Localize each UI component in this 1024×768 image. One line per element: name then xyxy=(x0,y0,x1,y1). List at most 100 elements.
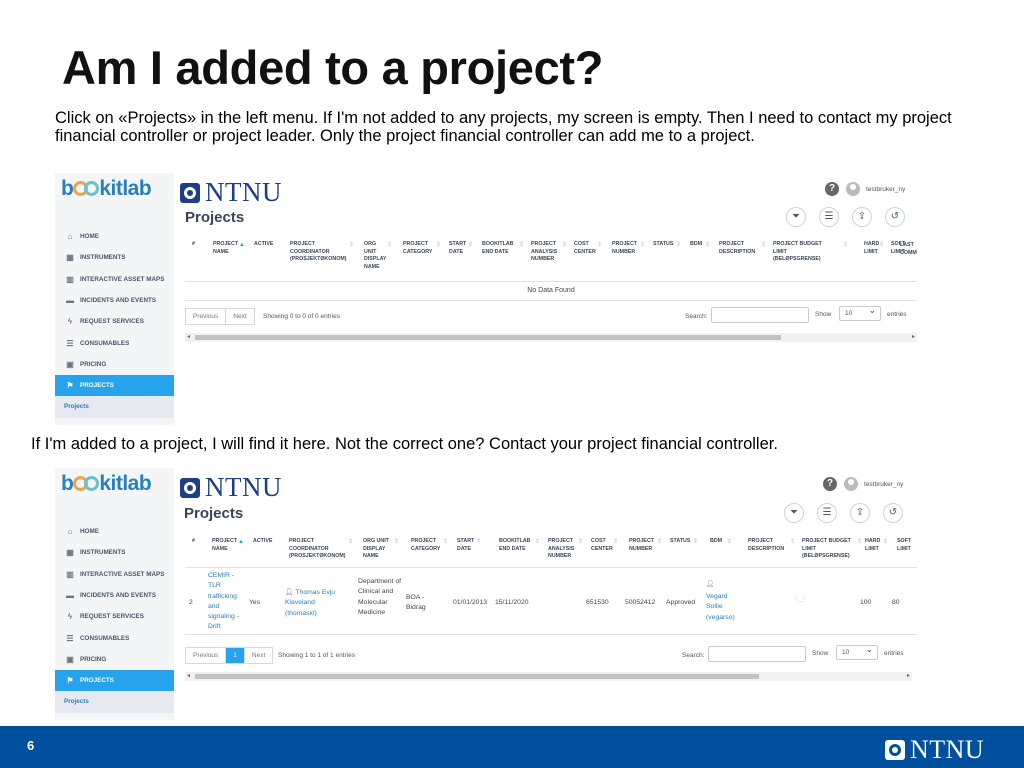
user-avatar-icon[interactable] xyxy=(844,477,858,491)
sort-icon[interactable]: ⇕ xyxy=(676,242,681,248)
sidebar-item-interactive-asset-maps[interactable]: ▥ INTERACTIVE ASSET MAPS xyxy=(55,564,174,585)
columns-icon[interactable]: ☰ xyxy=(817,503,837,523)
filter-icon[interactable]: ⏷ xyxy=(786,207,806,227)
scroll-right-icon[interactable]: ▸ xyxy=(912,333,915,342)
column-header[interactable]: BDM xyxy=(690,241,702,249)
column-header[interactable]: START DATE xyxy=(449,241,467,256)
next-button[interactable]: Next xyxy=(225,309,253,324)
sidebar-item-request-services[interactable]: ϟ REQUEST SERVICES xyxy=(55,311,174,332)
help-icon[interactable]: ? xyxy=(823,477,837,491)
entries-select[interactable]: 10 xyxy=(836,643,878,660)
sort-icon[interactable]: ⇕ xyxy=(857,539,862,545)
username[interactable]: testbruker_ny xyxy=(866,186,905,193)
sidebar-item-incidents-and-events[interactable]: ▬ INCIDENTS AND EVENTS xyxy=(55,585,174,606)
sort-icon[interactable]: ⇕ xyxy=(578,539,583,545)
sort-icon[interactable]: ⇕ xyxy=(705,242,710,248)
column-header[interactable]: BDM xyxy=(710,538,722,546)
column-header[interactable]: ACTIVE xyxy=(253,538,272,546)
filter-icon[interactable]: ⏷ xyxy=(784,503,804,523)
column-header[interactable]: PROJECT DESCRIPTION xyxy=(748,538,788,553)
column-header[interactable]: PROJECT ANALYSIS NUMBER xyxy=(531,241,561,264)
cell-bdm[interactable]: Vegard Sollie (vegarso) xyxy=(706,592,740,623)
sort-icon[interactable]: ⇕ xyxy=(761,242,766,248)
sort-icon[interactable]: ⇕ xyxy=(597,242,602,248)
column-header[interactable]: PROJECT NUMBER xyxy=(612,241,640,256)
sidebar-item-interactive-asset-maps[interactable]: ▥ INTERACTIVE ASSET MAPS xyxy=(55,269,174,290)
table-row[interactable]: 2 CEMIR - TLR trafficking and signaling … xyxy=(185,567,917,635)
search-input[interactable] xyxy=(711,307,809,323)
column-header[interactable]: COST CENTER xyxy=(574,241,596,256)
sort-icon[interactable]: ⇕ xyxy=(790,539,795,545)
sidebar-subitem-projects[interactable]: Projects xyxy=(55,691,174,714)
column-header[interactable]: # xyxy=(192,241,195,249)
export-icon[interactable]: ⇪ xyxy=(850,503,870,523)
username[interactable]: testbruker_ny xyxy=(864,481,903,488)
reset-icon[interactable]: ↺ xyxy=(883,503,903,523)
column-header[interactable]: LAST COMM xyxy=(900,242,917,257)
column-header[interactable]: HARD LIMIT xyxy=(865,538,883,553)
sort-icon[interactable]: ⇕ xyxy=(562,242,567,248)
column-header[interactable]: PROJECT BUDGET LIMIT (BELØPSGRENSE) xyxy=(773,241,831,264)
column-header[interactable]: BOOKITLAB END DATE xyxy=(499,538,535,553)
user-avatar-icon[interactable] xyxy=(846,182,860,196)
sort-asc-icon[interactable]: ▲ xyxy=(238,539,244,545)
sort-icon[interactable]: ⇕ xyxy=(348,539,353,545)
cell-project-name[interactable]: CEMIR - TLR trafficking and signaling - … xyxy=(208,571,244,633)
scroll-right-icon[interactable]: ▸ xyxy=(907,672,910,681)
cell-coordinator[interactable]: 👤︎ Thomas Evju Klaveland (thomaskl) xyxy=(285,588,345,619)
page-1-button[interactable]: 1 xyxy=(225,648,244,663)
export-icon[interactable]: ⇪ xyxy=(852,207,872,227)
column-header[interactable]: COST CENTER xyxy=(591,538,613,553)
sort-icon[interactable]: ⇕ xyxy=(640,242,645,248)
sort-icon[interactable]: ⇕ xyxy=(727,539,732,545)
column-header[interactable]: PROJECT COORDINATOR (PROSJEKTØKONOM) xyxy=(290,241,352,264)
sort-icon[interactable]: ⇕ xyxy=(613,539,618,545)
column-header[interactable]: PROJECT CATEGORY xyxy=(403,241,435,256)
entries-select[interactable]: 10 xyxy=(839,304,881,321)
columns-icon[interactable]: ☰ xyxy=(819,207,839,227)
sort-icon[interactable]: ⇕ xyxy=(349,242,354,248)
column-header[interactable]: ORG UNIT DISPLAY NAME xyxy=(364,241,386,271)
column-header[interactable]: PROJECT ANALYSIS NUMBER xyxy=(548,538,578,561)
column-header[interactable]: SOFT LIMIT xyxy=(897,538,917,553)
sort-icon[interactable]: ⇕ xyxy=(535,539,540,545)
sidebar-item-instruments[interactable]: ▦ INSTRUMENTS xyxy=(55,542,174,563)
column-header[interactable]: PROJECT DESCRIPTION xyxy=(719,241,759,256)
sidebar-item-incidents-and-events[interactable]: ▬ INCIDENTS AND EVENTS xyxy=(55,290,174,311)
search-input[interactable] xyxy=(708,646,806,662)
sidebar-subitem-projects[interactable]: Projects xyxy=(55,396,174,419)
sidebar-item-home[interactable]: ⌂ HOME xyxy=(55,226,174,247)
sidebar-item-pricing[interactable]: ▣ PRICING xyxy=(55,649,174,670)
sidebar-item-projects[interactable]: ⚑ PROJECTS xyxy=(55,670,174,692)
sort-icon[interactable]: ⇕ xyxy=(843,242,848,248)
column-header[interactable]: START DATE xyxy=(457,538,475,553)
sort-icon[interactable]: ⇕ xyxy=(443,539,448,545)
previous-button[interactable]: Previous xyxy=(186,648,225,663)
sort-icon[interactable]: ⇕ xyxy=(657,539,662,545)
sort-icon[interactable]: ⇕ xyxy=(468,242,473,248)
column-header[interactable]: STATUS xyxy=(653,241,673,249)
column-header[interactable]: PROJECT BUDGET LIMIT (BELØPSGRENSE) xyxy=(802,538,860,561)
column-header[interactable]: ORG UNIT DISPLAY NAME xyxy=(363,538,393,561)
horizontal-scrollbar[interactable]: ◂ ▸ xyxy=(185,333,917,342)
sort-icon[interactable]: ⇕ xyxy=(883,539,888,545)
scrollbar-thumb[interactable] xyxy=(195,674,759,679)
column-header[interactable]: PROJECT NUMBER xyxy=(629,538,657,553)
column-header[interactable]: STATUS xyxy=(670,538,690,546)
scroll-left-icon[interactable]: ◂ xyxy=(187,333,190,342)
sidebar-item-request-services[interactable]: ϟ REQUEST SERVICES xyxy=(55,606,174,627)
next-button[interactable]: Next xyxy=(243,648,272,663)
sidebar-item-consumables[interactable]: ☰ CONSUMABLES xyxy=(55,627,174,648)
column-header[interactable]: ACTIVE xyxy=(254,241,273,249)
sort-asc-icon[interactable]: ▲ xyxy=(239,242,245,248)
sidebar-item-consumables[interactable]: ☰ CONSUMABLES xyxy=(55,332,174,353)
sort-icon[interactable]: ⇕ xyxy=(693,539,698,545)
sidebar-item-instruments[interactable]: ▦ INSTRUMENTS xyxy=(55,247,174,268)
sidebar-item-pricing[interactable]: ▣ PRICING xyxy=(55,354,174,375)
sort-icon[interactable]: ⇕ xyxy=(519,242,524,248)
previous-button[interactable]: Previous xyxy=(186,309,225,324)
scrollbar-thumb[interactable] xyxy=(195,335,781,340)
scroll-left-icon[interactable]: ◂ xyxy=(187,672,190,681)
sort-icon[interactable]: ⇕ xyxy=(387,242,392,248)
sort-icon[interactable]: ⇕ xyxy=(394,539,399,545)
